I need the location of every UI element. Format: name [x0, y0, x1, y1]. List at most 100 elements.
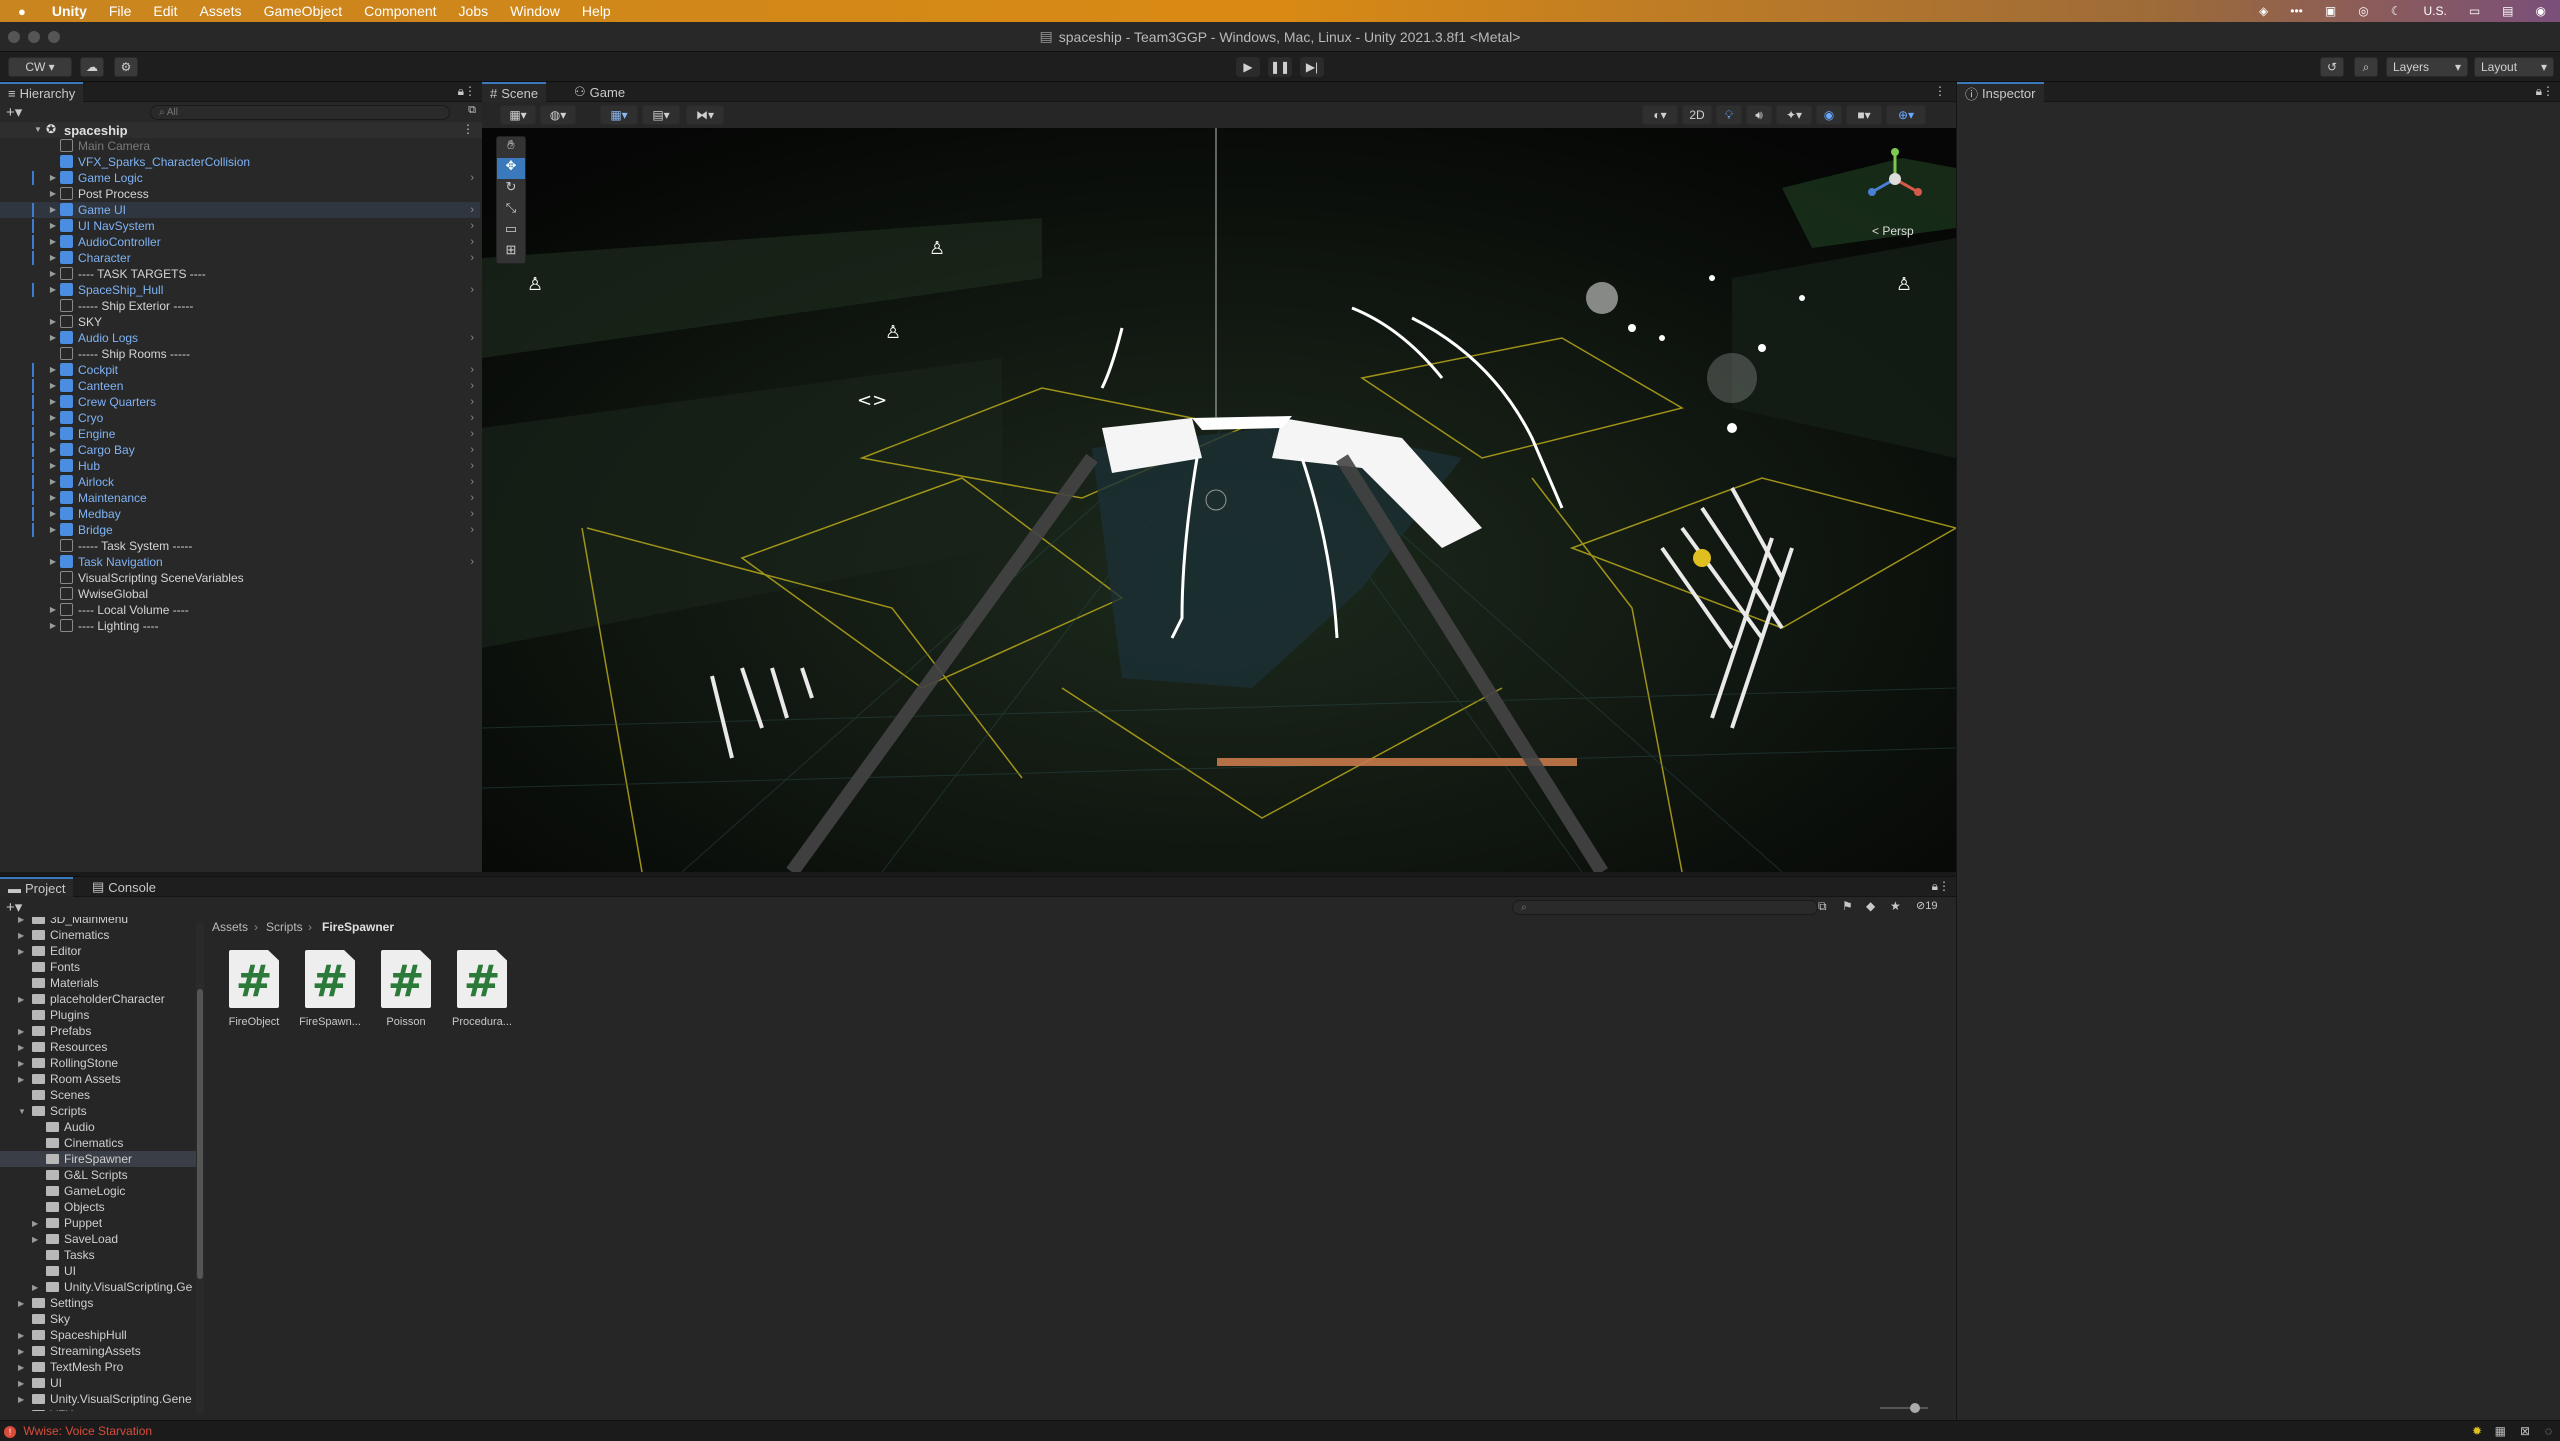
- asset-item[interactable]: # FireSpawn...: [294, 950, 366, 1028]
- add-icon[interactable]: +▾: [6, 103, 22, 121]
- expand-arrow-icon[interactable]: ▶: [18, 1344, 24, 1360]
- folder-item[interactable]: Fonts: [0, 959, 196, 975]
- scene-viewport[interactable]: ♙ ♙ ♙ ♙ <> ✋︎ ✥ ↻ ⤡ ▭ ⊞ < Persp: [482, 128, 1956, 872]
- chevron-right-icon[interactable]: ›: [470, 330, 474, 346]
- hierarchy-item[interactable]: ▶ Cargo Bay ›: [0, 442, 480, 458]
- expand-arrow-icon[interactable]: ▶: [18, 1072, 24, 1088]
- menu-jobs[interactable]: Jobs: [459, 3, 489, 19]
- menu-component[interactable]: Component: [364, 3, 436, 19]
- gizmo-toggle-dropdown[interactable]: ⧓▾: [686, 105, 724, 125]
- network-icon[interactable]: ⊠: [2520, 1421, 2530, 1441]
- expand-arrow-icon[interactable]: ▶: [48, 234, 58, 250]
- status-icon[interactable]: ◈: [2259, 4, 2268, 18]
- expand-arrow-icon[interactable]: ▶: [48, 554, 58, 570]
- hierarchy-item[interactable]: ▶ Post Process: [0, 186, 480, 202]
- account-dropdown[interactable]: CW ▾: [8, 57, 72, 77]
- chevron-right-icon[interactable]: ›: [470, 474, 474, 490]
- hierarchy-item[interactable]: ▶ Canteen ›: [0, 378, 480, 394]
- expand-arrow-icon[interactable]: ▶: [32, 1232, 38, 1248]
- asset-item[interactable]: # Procedura...: [446, 950, 518, 1028]
- expand-arrow-icon[interactable]: ▶: [48, 282, 58, 298]
- increment-snap-dropdown[interactable]: ▤▾: [642, 105, 680, 125]
- expand-arrow-icon[interactable]: ▶: [18, 928, 24, 944]
- hierarchy-item[interactable]: ▶ Game Logic ›: [0, 170, 480, 186]
- expand-arrow-icon[interactable]: ▶: [48, 618, 58, 634]
- asset-item[interactable]: # FireObject: [218, 950, 290, 1028]
- zoom-window-button[interactable]: [48, 31, 60, 43]
- hidden-packages-icon[interactable]: ⊘19: [1916, 899, 1937, 912]
- cache-server-icon[interactable]: ▦: [2495, 1421, 2506, 1441]
- chevron-right-icon[interactable]: ›: [470, 202, 474, 218]
- menu-gameobject[interactable]: GameObject: [264, 3, 343, 19]
- folder-item[interactable]: Sky: [0, 1311, 196, 1327]
- folder-item[interactable]: ▶ VFX: [0, 1407, 196, 1411]
- menu-file[interactable]: File: [109, 3, 132, 19]
- chevron-right-icon[interactable]: ›: [470, 282, 474, 298]
- folder-item[interactable]: Objects: [0, 1199, 196, 1215]
- chevron-right-icon[interactable]: ›: [470, 506, 474, 522]
- folder-item[interactable]: ▶ 3D_MainMenu: [0, 917, 196, 927]
- expand-arrow-icon[interactable]: ▶: [18, 1328, 24, 1344]
- battery-icon[interactable]: ▭: [2469, 4, 2480, 18]
- tab-inspector[interactable]: ⓘ Inspector: [1957, 82, 2044, 102]
- chevron-right-icon[interactable]: ›: [470, 250, 474, 266]
- expand-arrow-icon[interactable]: ▶: [48, 410, 58, 426]
- chevron-right-icon[interactable]: ›: [470, 426, 474, 442]
- expand-arrow-icon[interactable]: ▼: [34, 125, 42, 134]
- search-by-label-icon[interactable]: ⚑: [1842, 899, 1853, 913]
- hierarchy-item[interactable]: ▶ Task Navigation ›: [0, 554, 480, 570]
- expand-arrow-icon[interactable]: ▶: [48, 490, 58, 506]
- render-mode-dropdown[interactable]: ◐▾: [1642, 105, 1678, 125]
- lighting-build-icon[interactable]: ✹: [2472, 1421, 2482, 1441]
- expand-arrow-icon[interactable]: ▶: [48, 186, 58, 202]
- add-icon[interactable]: +▾: [6, 898, 22, 916]
- breadcrumb-firespawner[interactable]: FireSpawner: [322, 917, 394, 937]
- expand-arrow-icon[interactable]: ▶: [48, 170, 58, 186]
- layers-dropdown[interactable]: Layers ▾: [2386, 57, 2468, 77]
- collab-icon[interactable]: ⚙: [114, 57, 138, 77]
- chevron-right-icon[interactable]: ›: [470, 394, 474, 410]
- shading-dropdown[interactable]: ◍▾: [540, 105, 576, 125]
- toggle-2d-button[interactable]: 2D: [1682, 105, 1712, 125]
- search-by-type-icon[interactable]: ⧉: [1818, 899, 1827, 914]
- expand-arrow-icon[interactable]: ▶: [18, 1296, 24, 1312]
- expand-arrow-icon[interactable]: ▶: [18, 1376, 24, 1392]
- rotate-tool-icon[interactable]: ↻: [497, 179, 525, 200]
- expand-arrow-icon[interactable]: ▶: [48, 442, 58, 458]
- tab-console[interactable]: ▤ Console: [84, 877, 164, 897]
- kebab-menu-icon[interactable]: ⋮: [1934, 84, 1946, 98]
- menu-app-name[interactable]: Unity: [52, 3, 87, 19]
- more-icon[interactable]: •••: [2290, 4, 2303, 18]
- hierarchy-item[interactable]: ----- Ship Exterior -----: [0, 298, 480, 314]
- folder-item[interactable]: Materials: [0, 975, 196, 991]
- progress-icon[interactable]: ◌: [2545, 1421, 2552, 1441]
- expand-arrow-icon[interactable]: ▶: [18, 944, 24, 960]
- folder-item[interactable]: ▶ Editor: [0, 943, 196, 959]
- project-search-input[interactable]: ⌕: [1512, 900, 1818, 915]
- asset-item[interactable]: # Poisson: [370, 950, 442, 1028]
- expand-arrow-icon[interactable]: ▶: [18, 1392, 24, 1408]
- expand-arrow-icon[interactable]: ▶: [48, 250, 58, 266]
- folder-tree-scrollbar[interactable]: [196, 923, 204, 1413]
- expand-arrow-icon[interactable]: ▶: [48, 474, 58, 490]
- star-icon[interactable]: ★: [1890, 899, 1901, 913]
- hierarchy-item[interactable]: ▶ Audio Logs ›: [0, 330, 480, 346]
- folder-item[interactable]: Audio: [0, 1119, 196, 1135]
- expand-arrow-icon[interactable]: ▶: [18, 1024, 24, 1040]
- chevron-right-icon[interactable]: ›: [470, 522, 474, 538]
- hierarchy-item[interactable]: ▶ SKY: [0, 314, 480, 330]
- folder-item[interactable]: G&L Scripts: [0, 1167, 196, 1183]
- expand-arrow-icon[interactable]: ▶: [48, 378, 58, 394]
- hierarchy-item[interactable]: WwiseGlobal: [0, 586, 480, 602]
- tab-game[interactable]: ⚇ Game: [566, 82, 633, 102]
- folder-item[interactable]: ▶ Resources: [0, 1039, 196, 1055]
- chevron-right-icon[interactable]: ›: [470, 490, 474, 506]
- expand-arrow-icon[interactable]: ▶: [48, 458, 58, 474]
- hierarchy-search-input[interactable]: ⌕ All: [150, 105, 450, 120]
- chevron-right-icon[interactable]: ›: [470, 554, 474, 570]
- kebab-menu-icon[interactable]: ⋮: [2542, 84, 2554, 98]
- chevron-right-icon[interactable]: ›: [470, 442, 474, 458]
- effects-dropdown[interactable]: ✦▾: [1776, 105, 1812, 125]
- folder-item[interactable]: ▶ Unity.VisualScripting.Ge: [0, 1279, 196, 1295]
- hierarchy-item[interactable]: ▶ Bridge ›: [0, 522, 480, 538]
